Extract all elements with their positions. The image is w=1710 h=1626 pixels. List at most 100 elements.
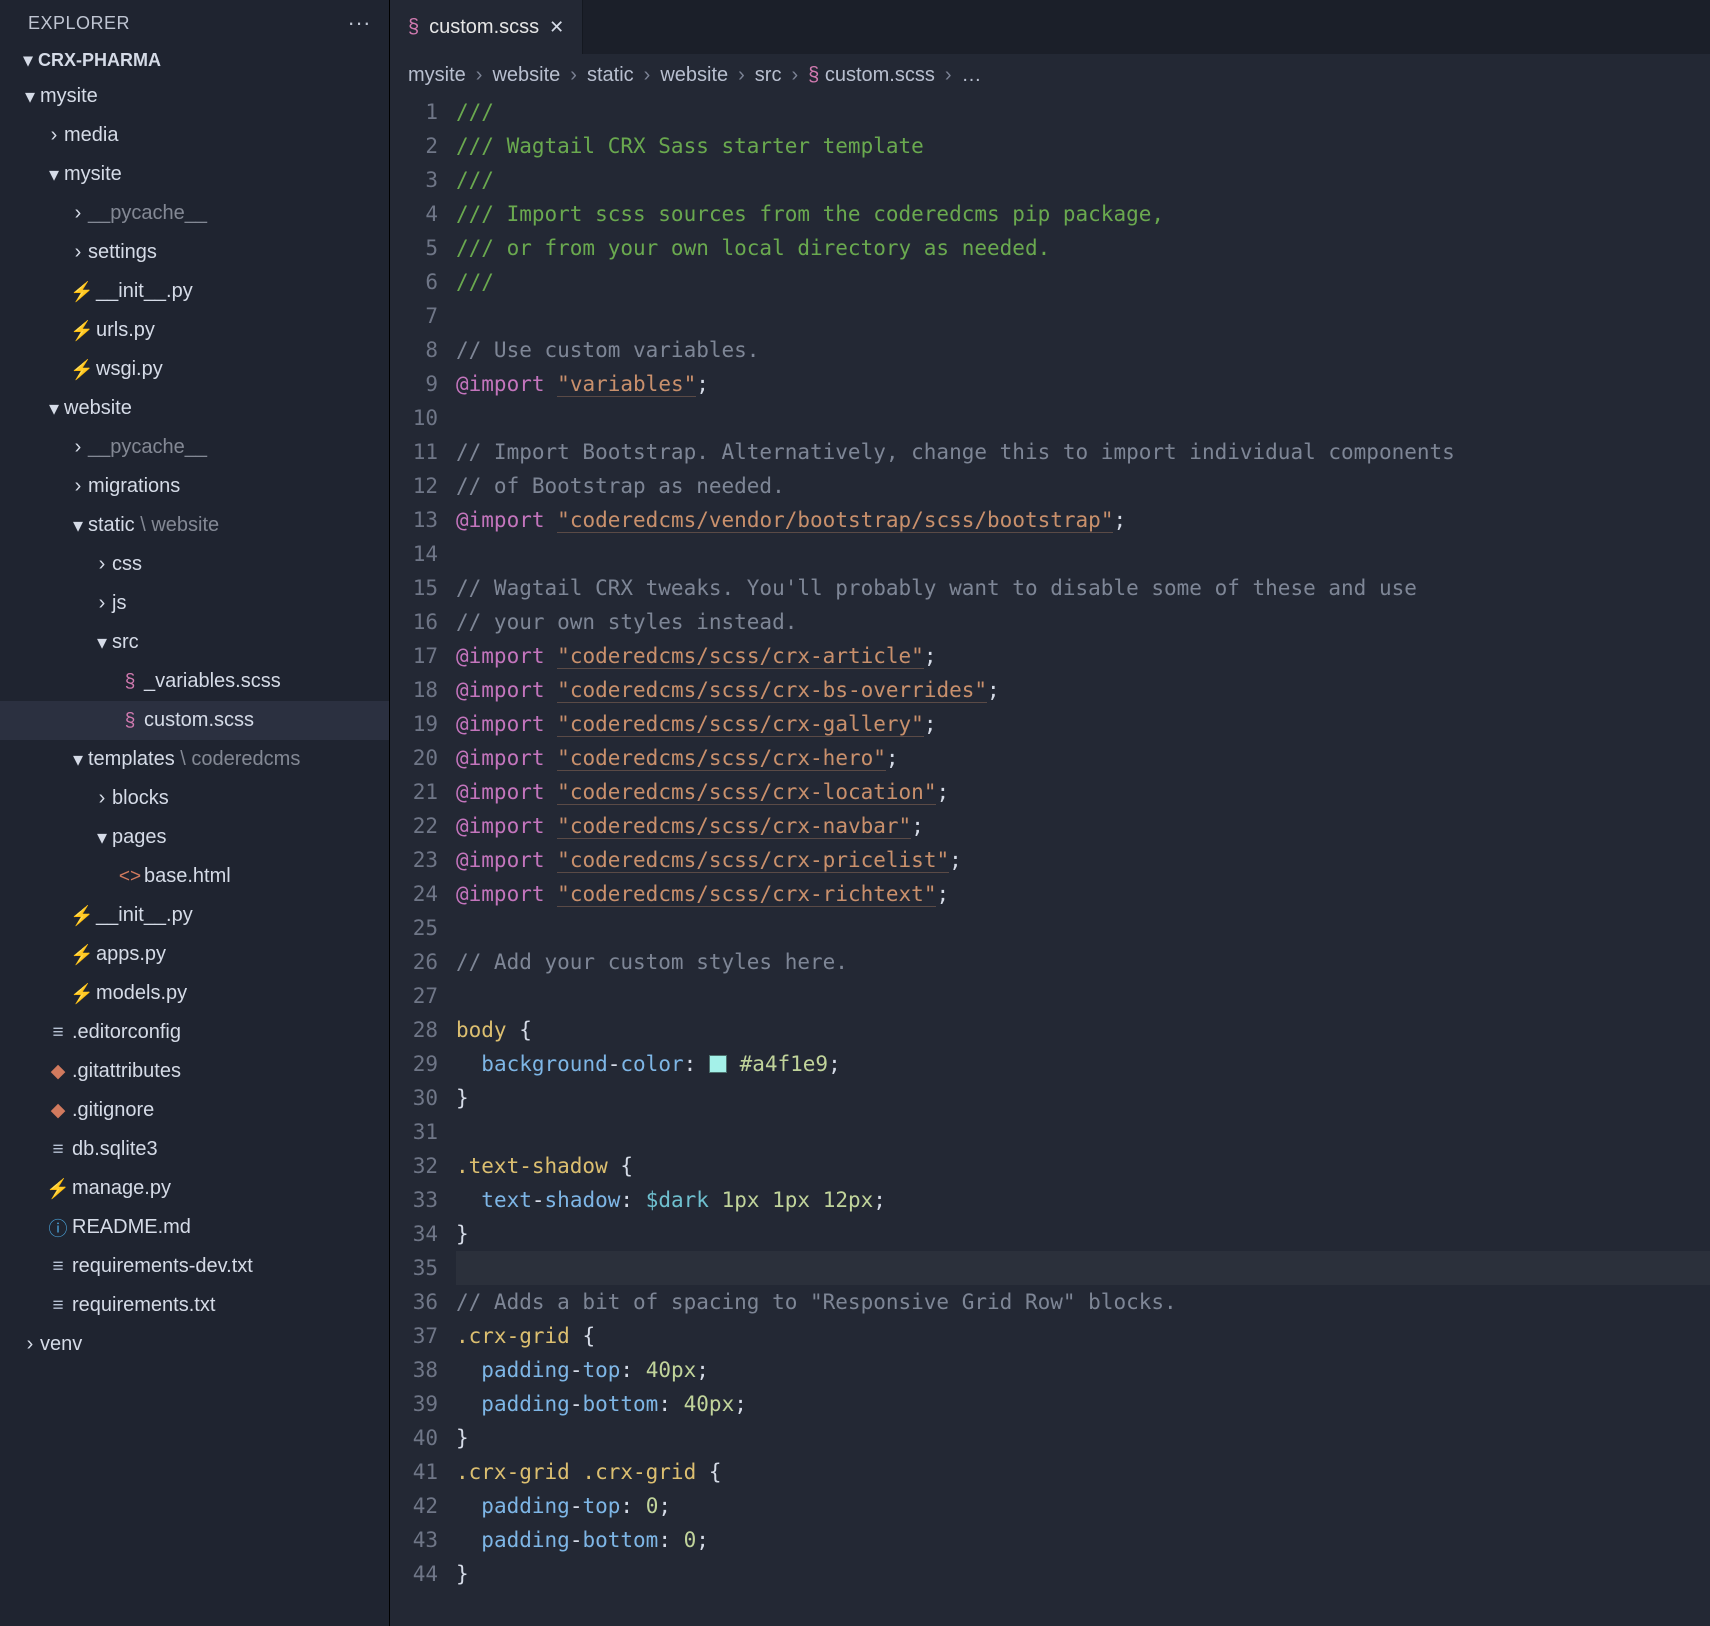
tree-label: migrations bbox=[88, 475, 180, 498]
file-row[interactable]: ⚡__init__.py bbox=[0, 896, 389, 935]
sass-icon: § bbox=[116, 671, 144, 693]
file-tree[interactable]: ▾mysite›media▾mysite›__pycache__›setting… bbox=[0, 77, 389, 1626]
breadcrumb-item[interactable]: static bbox=[587, 64, 634, 87]
close-icon[interactable]: ✕ bbox=[549, 17, 564, 38]
chevron-down-icon: ▾ bbox=[44, 396, 64, 421]
py-icon: ⚡ bbox=[68, 943, 96, 967]
tree-label: requirements-dev.txt bbox=[72, 1255, 253, 1278]
breadcrumb-item[interactable]: … bbox=[962, 64, 982, 87]
tree-label: .editorconfig bbox=[72, 1021, 181, 1044]
tree-label: models.py bbox=[96, 982, 187, 1005]
breadcrumb-separator: › bbox=[738, 64, 745, 87]
md-icon: ⓘ bbox=[44, 1214, 72, 1241]
file-row[interactable]: ⚡models.py bbox=[0, 974, 389, 1013]
chevron-right-icon: › bbox=[44, 124, 64, 147]
gen-icon: ≡ bbox=[44, 1295, 72, 1317]
file-row[interactable]: ⚡apps.py bbox=[0, 935, 389, 974]
folder-row[interactable]: ▾mysite bbox=[0, 77, 389, 116]
folder-row[interactable]: ›blocks bbox=[0, 779, 389, 818]
chevron-down-icon: ▾ bbox=[92, 825, 112, 850]
breadcrumb-item[interactable]: website bbox=[660, 64, 728, 87]
chevron-down-icon: ▾ bbox=[68, 747, 88, 772]
tree-label: website bbox=[64, 397, 132, 420]
file-row[interactable]: ◆.gitattributes bbox=[0, 1052, 389, 1091]
file-row[interactable]: ≡requirements-dev.txt bbox=[0, 1247, 389, 1286]
folder-row[interactable]: ›venv bbox=[0, 1325, 389, 1364]
py-icon: ⚡ bbox=[68, 280, 96, 304]
folder-row[interactable]: ▾website bbox=[0, 389, 389, 428]
folder-row[interactable]: ▾src bbox=[0, 623, 389, 662]
tree-label: blocks bbox=[112, 787, 169, 810]
file-row[interactable]: ⚡wsgi.py bbox=[0, 350, 389, 389]
editor-area: § custom.scss ✕ mysite › website › stati… bbox=[390, 0, 1710, 1626]
gen-icon: ≡ bbox=[44, 1256, 72, 1278]
chevron-down-icon: ▾ bbox=[92, 630, 112, 655]
file-row[interactable]: ≡db.sqlite3 bbox=[0, 1130, 389, 1169]
file-row[interactable]: ⚡urls.py bbox=[0, 311, 389, 350]
breadcrumb-item[interactable]: website bbox=[492, 64, 560, 87]
breadcrumb[interactable]: mysite › website › static › website › sr… bbox=[390, 54, 1710, 95]
code-content[interactable]: ////// Wagtail CRX Sass starter template… bbox=[456, 95, 1710, 1626]
tree-label: db.sqlite3 bbox=[72, 1138, 158, 1161]
breadcrumb-separator: › bbox=[570, 64, 577, 87]
file-row[interactable]: <>base.html bbox=[0, 857, 389, 896]
git-icon: ◆ bbox=[44, 1060, 72, 1083]
code-editor[interactable]: 1234567891011121314151617181920212223242… bbox=[390, 95, 1710, 1626]
folder-row[interactable]: ›migrations bbox=[0, 467, 389, 506]
explorer-header: EXPLORER ··· bbox=[0, 0, 389, 44]
chevron-right-icon: › bbox=[92, 553, 112, 576]
explorer-title: EXPLORER bbox=[28, 13, 130, 34]
breadcrumb-item[interactable]: mysite bbox=[408, 64, 466, 87]
chevron-right-icon: › bbox=[20, 1333, 40, 1356]
explorer-sidebar: EXPLORER ··· ▾ CRX-PHARMA ▾mysite›media▾… bbox=[0, 0, 390, 1626]
breadcrumb-item[interactable]: src bbox=[755, 64, 782, 87]
file-row[interactable]: ⚡__init__.py bbox=[0, 272, 389, 311]
project-root[interactable]: ▾ CRX-PHARMA bbox=[0, 44, 389, 77]
tree-label: static \ website bbox=[88, 514, 219, 537]
breadcrumb-item[interactable]: § custom.scss bbox=[808, 64, 935, 87]
sass-icon: § bbox=[808, 64, 819, 86]
folder-row[interactable]: ›__pycache__ bbox=[0, 194, 389, 233]
tree-label: README.md bbox=[72, 1216, 191, 1239]
project-name: CRX-PHARMA bbox=[38, 50, 161, 71]
tree-label: templates \ coderedcms bbox=[88, 748, 300, 771]
folder-row[interactable]: ›settings bbox=[0, 233, 389, 272]
file-row[interactable]: ≡requirements.txt bbox=[0, 1286, 389, 1325]
chevron-right-icon: › bbox=[92, 787, 112, 810]
tree-label: js bbox=[112, 592, 126, 615]
file-row[interactable]: ◆.gitignore bbox=[0, 1091, 389, 1130]
tree-label: urls.py bbox=[96, 319, 155, 342]
tree-label: settings bbox=[88, 241, 157, 264]
line-gutter: 1234567891011121314151617181920212223242… bbox=[390, 95, 456, 1626]
py-icon: ⚡ bbox=[44, 1177, 72, 1201]
tree-label: __pycache__ bbox=[88, 436, 207, 459]
file-row[interactable]: ⓘREADME.md bbox=[0, 1208, 389, 1247]
folder-row[interactable]: ›js bbox=[0, 584, 389, 623]
folder-row[interactable]: ▾static \ website bbox=[0, 506, 389, 545]
tree-label: .gitattributes bbox=[72, 1060, 181, 1083]
chevron-down-icon: ▾ bbox=[20, 84, 40, 109]
chevron-down-icon: ▾ bbox=[44, 162, 64, 187]
file-row[interactable]: ≡.editorconfig bbox=[0, 1013, 389, 1052]
breadcrumb-separator: › bbox=[476, 64, 483, 87]
folder-row[interactable]: ▾mysite bbox=[0, 155, 389, 194]
tree-label: pages bbox=[112, 826, 167, 849]
db-icon: ≡ bbox=[44, 1139, 72, 1161]
chevron-down-icon: ▾ bbox=[68, 513, 88, 538]
folder-row[interactable]: ›media bbox=[0, 116, 389, 155]
tab-custom-scss[interactable]: § custom.scss ✕ bbox=[390, 0, 583, 54]
folder-row[interactable]: ▾pages bbox=[0, 818, 389, 857]
tree-label: venv bbox=[40, 1333, 82, 1356]
folder-row[interactable]: ▾templates \ coderedcms bbox=[0, 740, 389, 779]
chevron-right-icon: › bbox=[68, 241, 88, 264]
folder-row[interactable]: ›__pycache__ bbox=[0, 428, 389, 467]
file-row[interactable]: ⚡manage.py bbox=[0, 1169, 389, 1208]
file-row[interactable]: §_variables.scss bbox=[0, 662, 389, 701]
file-row[interactable]: §custom.scss bbox=[0, 701, 389, 740]
tree-label: wsgi.py bbox=[96, 358, 163, 381]
explorer-more-icon[interactable]: ··· bbox=[348, 10, 371, 36]
tree-label: manage.py bbox=[72, 1177, 171, 1200]
folder-row[interactable]: ›css bbox=[0, 545, 389, 584]
py-icon: ⚡ bbox=[68, 319, 96, 343]
py-icon: ⚡ bbox=[68, 982, 96, 1006]
